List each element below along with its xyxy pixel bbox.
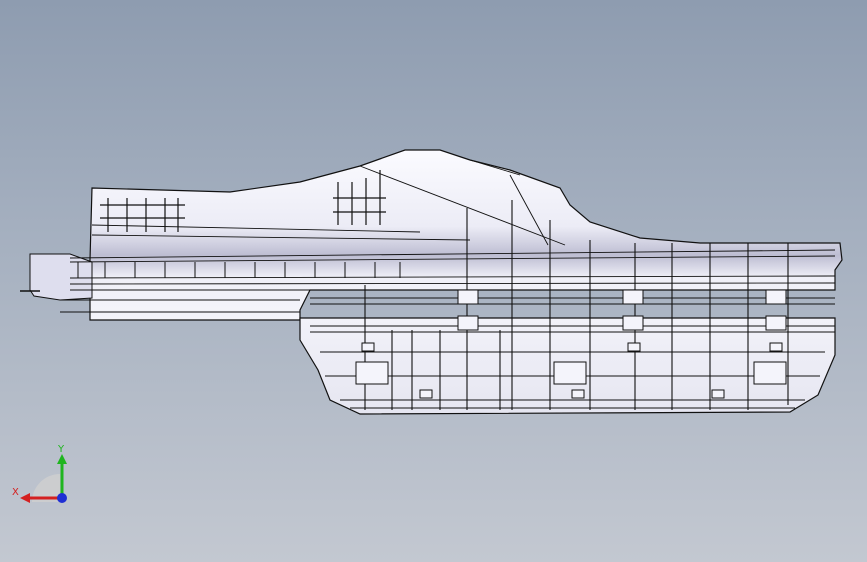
orientation-triad: Y X: [12, 444, 67, 503]
svg-text:Y: Y: [57, 444, 65, 455]
cad-model[interactable]: [0, 0, 867, 562]
svg-text:X: X: [12, 487, 19, 498]
left-flange: [29, 253, 93, 301]
z-axis-dot: [57, 493, 67, 503]
graphics-viewport[interactable]: Y X: [0, 0, 867, 562]
